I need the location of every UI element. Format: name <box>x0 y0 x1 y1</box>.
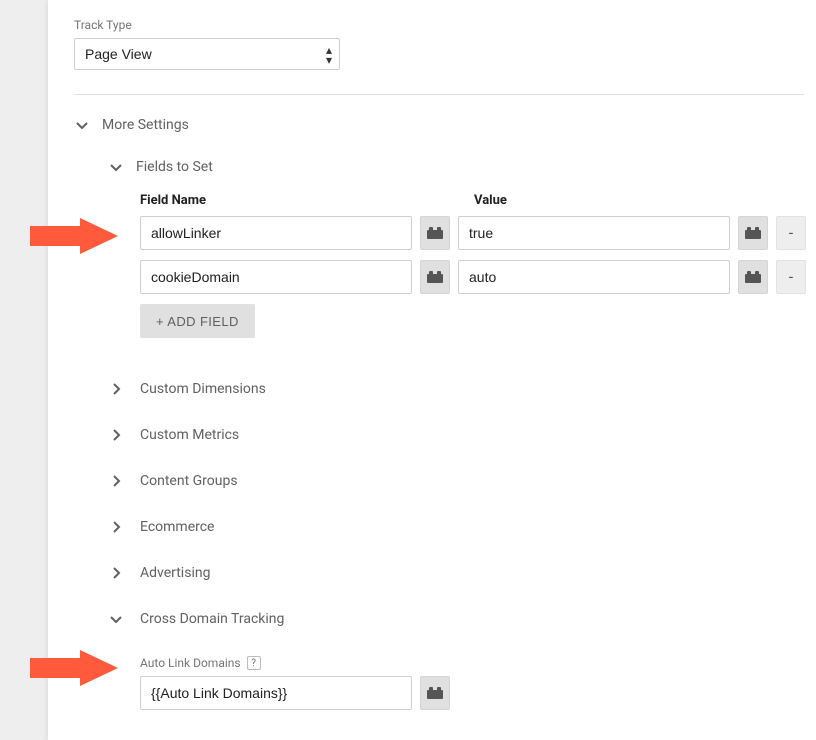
auto-link-domains-label: Auto Link Domains <box>140 656 241 670</box>
variable-picker-button[interactable] <box>738 216 768 250</box>
chevron-right-icon <box>108 429 124 441</box>
track-type-select[interactable]: Page View <box>74 38 340 70</box>
brick-icon <box>745 270 761 284</box>
custom-metrics-label: Custom Metrics <box>140 427 239 443</box>
column-header-value: Value <box>474 193 746 208</box>
content-groups-label: Content Groups <box>140 473 238 489</box>
advertising-toggle[interactable]: Advertising <box>108 550 816 596</box>
advertising-label: Advertising <box>140 565 210 581</box>
brick-icon <box>745 226 761 240</box>
field-name-input[interactable] <box>140 216 412 250</box>
variable-picker-button[interactable] <box>738 260 768 294</box>
cross-domain-tracking-label: Cross Domain Tracking <box>140 611 284 627</box>
settings-panel: Track Type Page View ▴▾ More Settings <box>48 0 816 740</box>
custom-metrics-toggle[interactable]: Custom Metrics <box>108 412 816 458</box>
custom-dimensions-label: Custom Dimensions <box>140 381 266 397</box>
fields-to-set-toggle[interactable]: Fields to Set <box>74 159 816 175</box>
variable-picker-button[interactable] <box>420 216 450 250</box>
ecommerce-label: Ecommerce <box>140 519 214 535</box>
track-type-label: Track Type <box>74 18 816 32</box>
help-icon[interactable]: ? <box>247 656 261 670</box>
brick-icon <box>427 270 443 284</box>
add-field-button[interactable]: + ADD FIELD <box>140 304 255 338</box>
chevron-down-icon <box>108 161 124 173</box>
remove-row-button[interactable]: - <box>776 260 806 294</box>
custom-dimensions-toggle[interactable]: Custom Dimensions <box>108 366 816 412</box>
cross-domain-tracking-toggle[interactable]: Cross Domain Tracking <box>108 596 816 642</box>
chevron-right-icon <box>108 475 124 487</box>
field-name-input[interactable] <box>140 260 412 294</box>
variable-picker-button[interactable] <box>420 260 450 294</box>
chevron-down-icon <box>74 119 90 131</box>
chevron-right-icon <box>108 383 124 395</box>
fields-to-set-label: Fields to Set <box>136 159 213 175</box>
auto-link-domains-input[interactable] <box>140 676 412 710</box>
remove-row-button[interactable]: - <box>776 216 806 250</box>
brick-icon <box>427 686 443 700</box>
field-value-input[interactable] <box>458 260 730 294</box>
field-row: - <box>140 216 816 250</box>
field-row: - <box>140 260 816 294</box>
ecommerce-toggle[interactable]: Ecommerce <box>108 504 816 550</box>
more-settings-toggle[interactable]: More Settings <box>74 117 816 133</box>
chevron-down-icon <box>108 613 124 625</box>
brick-icon <box>427 226 443 240</box>
chevron-right-icon <box>108 521 124 533</box>
more-settings-label: More Settings <box>102 117 189 133</box>
variable-picker-button[interactable] <box>420 676 450 710</box>
field-value-input[interactable] <box>458 216 730 250</box>
chevron-right-icon <box>108 567 124 579</box>
column-header-field-name: Field Name <box>140 193 412 208</box>
content-groups-toggle[interactable]: Content Groups <box>108 458 816 504</box>
